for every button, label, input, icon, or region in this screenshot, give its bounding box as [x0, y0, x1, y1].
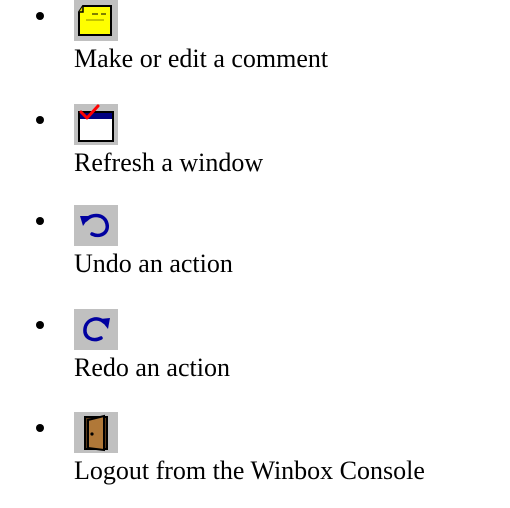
legend-item-refresh: Refresh a window	[0, 104, 510, 200]
bullet	[36, 12, 44, 20]
item-label: Redo an action	[74, 353, 230, 382]
legend-item-comment: Make or edit a comment	[0, 0, 510, 96]
bullet	[36, 116, 44, 124]
item-label: Logout from the Winbox Console	[74, 456, 425, 485]
redo-icon	[74, 309, 118, 350]
item-label: Undo an action	[74, 249, 233, 278]
item-label: Make or edit a comment	[74, 44, 329, 73]
logout-door-icon	[74, 412, 118, 453]
undo-icon	[74, 205, 118, 246]
refresh-icon	[74, 104, 118, 145]
bullet	[36, 217, 44, 225]
bullet	[36, 424, 44, 432]
legend-item-undo: Undo an action	[0, 205, 510, 301]
legend-item-logout: Logout from the Winbox Console	[0, 412, 510, 508]
legend-item-redo: Redo an action	[0, 309, 510, 405]
bullet	[36, 321, 44, 329]
item-label: Refresh a window	[74, 148, 264, 177]
comment-icon	[74, 0, 118, 41]
